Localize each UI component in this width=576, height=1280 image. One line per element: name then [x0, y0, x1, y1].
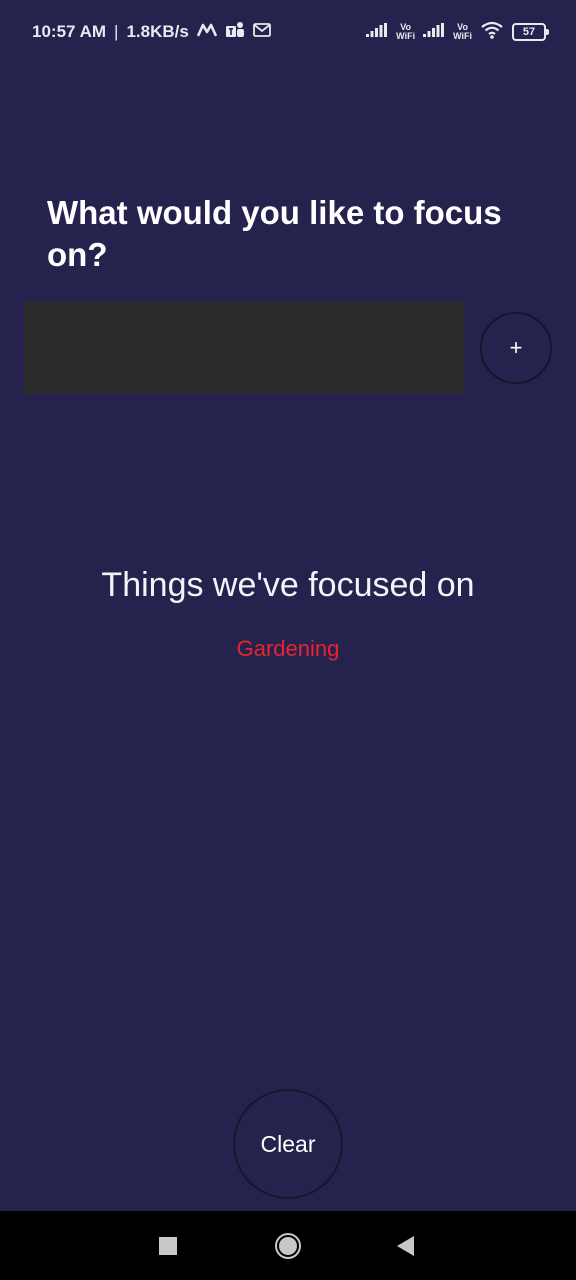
vowifi-icon: Vo WiFi: [396, 22, 416, 41]
focus-input[interactable]: [24, 302, 464, 394]
add-button[interactable]: +: [480, 312, 552, 384]
battery-level: 57: [522, 26, 536, 38]
history-item: Gardening: [236, 636, 340, 661]
back-triangle-icon[interactable]: [388, 1229, 422, 1263]
gmail-icon: [252, 22, 271, 42]
page-title: What would you like to focus on?: [47, 194, 502, 273]
home-circle-icon[interactable]: [271, 1229, 305, 1263]
status-left: 10:57 AM | 1.8KB/s: [32, 20, 271, 44]
history-title: Things we've focused on: [101, 566, 475, 604]
signal-icon: [366, 22, 388, 42]
recents-square-icon[interactable]: [151, 1229, 185, 1263]
navigation-bar: [0, 1211, 576, 1280]
teams-icon: [225, 21, 245, 44]
signal-icon: [423, 22, 445, 42]
battery-icon: 57: [512, 23, 549, 41]
clear-button[interactable]: Clear: [233, 1089, 343, 1199]
vowifi-icon: Vo WiFi: [453, 22, 472, 41]
status-time: 10:57 AM: [32, 22, 107, 41]
m-app-icon: [196, 22, 217, 42]
status-bar: 10:57 AM | 1.8KB/s Vo WiFi Vo WiFi 57: [0, 0, 576, 64]
wifi-icon: [480, 21, 504, 44]
status-right: Vo WiFi Vo WiFi 57: [366, 20, 549, 44]
network-speed: 1.8KB/s: [126, 22, 189, 41]
status-separator: |: [114, 22, 119, 41]
